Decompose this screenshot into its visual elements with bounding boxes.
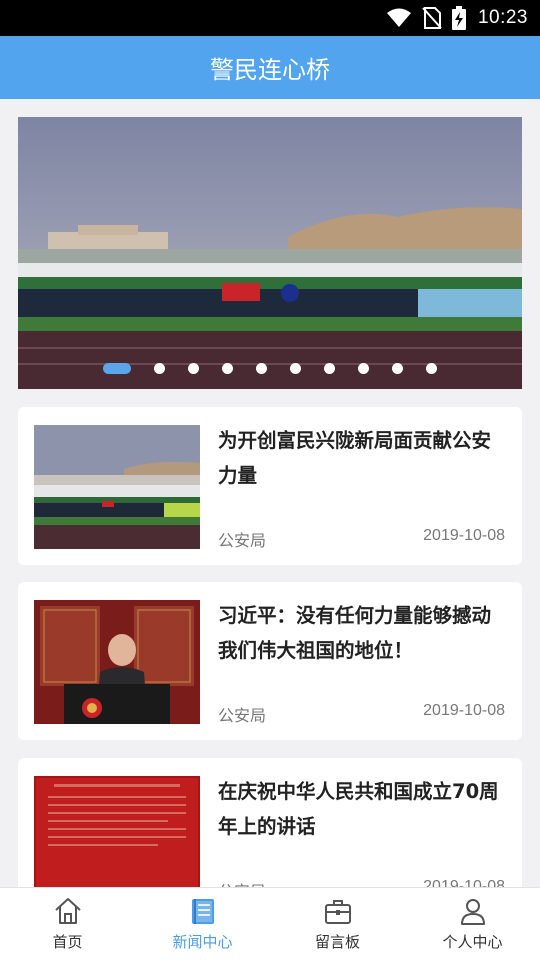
wifi-icon [386,8,411,27]
tab-label: 留言板 [314,933,360,951]
tab-label: 新闻中心 [172,933,233,951]
news-date: 2019-10-08 [423,702,505,719]
battery-charging-icon [451,6,466,30]
status-bar: 10:23 [0,0,540,36]
news-card[interactable]: 为开创富民兴陇新局面贡献公安力量 公安局 2019-10-08 [18,407,522,565]
news-thumbnail [34,600,200,724]
bottom-tab-bar: 首页 新闻中心 留言板 个人中心 [0,887,540,960]
news-card[interactable]: 在庆祝中华人民共和国成立70周年上的讲话 公安局 2019-10-08 [18,758,522,887]
tab-home[interactable]: 首页 [0,888,135,960]
carousel-dot[interactable] [154,363,165,374]
banner-carousel[interactable] [18,117,522,389]
app-bar: 警民连心桥 [0,36,540,99]
news-thumbnail [34,776,200,887]
news-source: 公安局 [218,706,267,725]
tab-message-board[interactable]: 留言板 [270,888,405,960]
carousel-indicator [18,363,522,374]
carousel-dot[interactable] [290,363,301,374]
banner-image [18,117,522,389]
status-icons [386,6,466,30]
page-title: 警民连心桥 [210,56,330,84]
news-date: 2019-10-08 [423,527,505,544]
news-source: 公安局 [218,531,267,550]
tab-label: 首页 [52,933,83,951]
news-icon [191,899,214,924]
home-icon [54,898,81,924]
briefcase-icon [324,900,351,924]
no-sim-icon [422,7,442,29]
news-date: 2019-10-08 [423,878,505,887]
status-time: 10:23 [477,7,528,28]
carousel-dot[interactable] [188,363,199,374]
tab-profile[interactable]: 个人中心 [405,888,540,960]
person-icon [460,899,485,925]
news-title: 为开创富民兴陇新局面贡献公安力量 [218,429,492,487]
carousel-dot[interactable] [222,363,233,374]
news-thumbnail [34,425,200,549]
carousel-dot[interactable] [426,363,437,374]
carousel-dot[interactable] [392,363,403,374]
carousel-dot[interactable] [324,363,335,374]
carousel-dot[interactable] [358,363,369,374]
carousel-dot[interactable] [256,363,267,374]
news-source: 公安局 [218,878,266,887]
tab-label: 个人中心 [442,933,503,951]
tab-news[interactable]: 新闻中心 [135,888,270,960]
news-card[interactable]: 习近平：没有任何力量能够撼动我们伟大祖国的地位！ 公安局 2019-10-08 [18,582,522,740]
news-title: 在庆祝中华人民共和国成立70周年上的讲话 [218,780,499,838]
news-scroll-area[interactable]: 为开创富民兴陇新局面贡献公安力量 公安局 2019-10-08 习近平：没有任何… [0,99,540,887]
carousel-dot[interactable] [103,363,131,374]
news-title: 习近平：没有任何力量能够撼动我们伟大祖国的地位！ [218,604,492,662]
